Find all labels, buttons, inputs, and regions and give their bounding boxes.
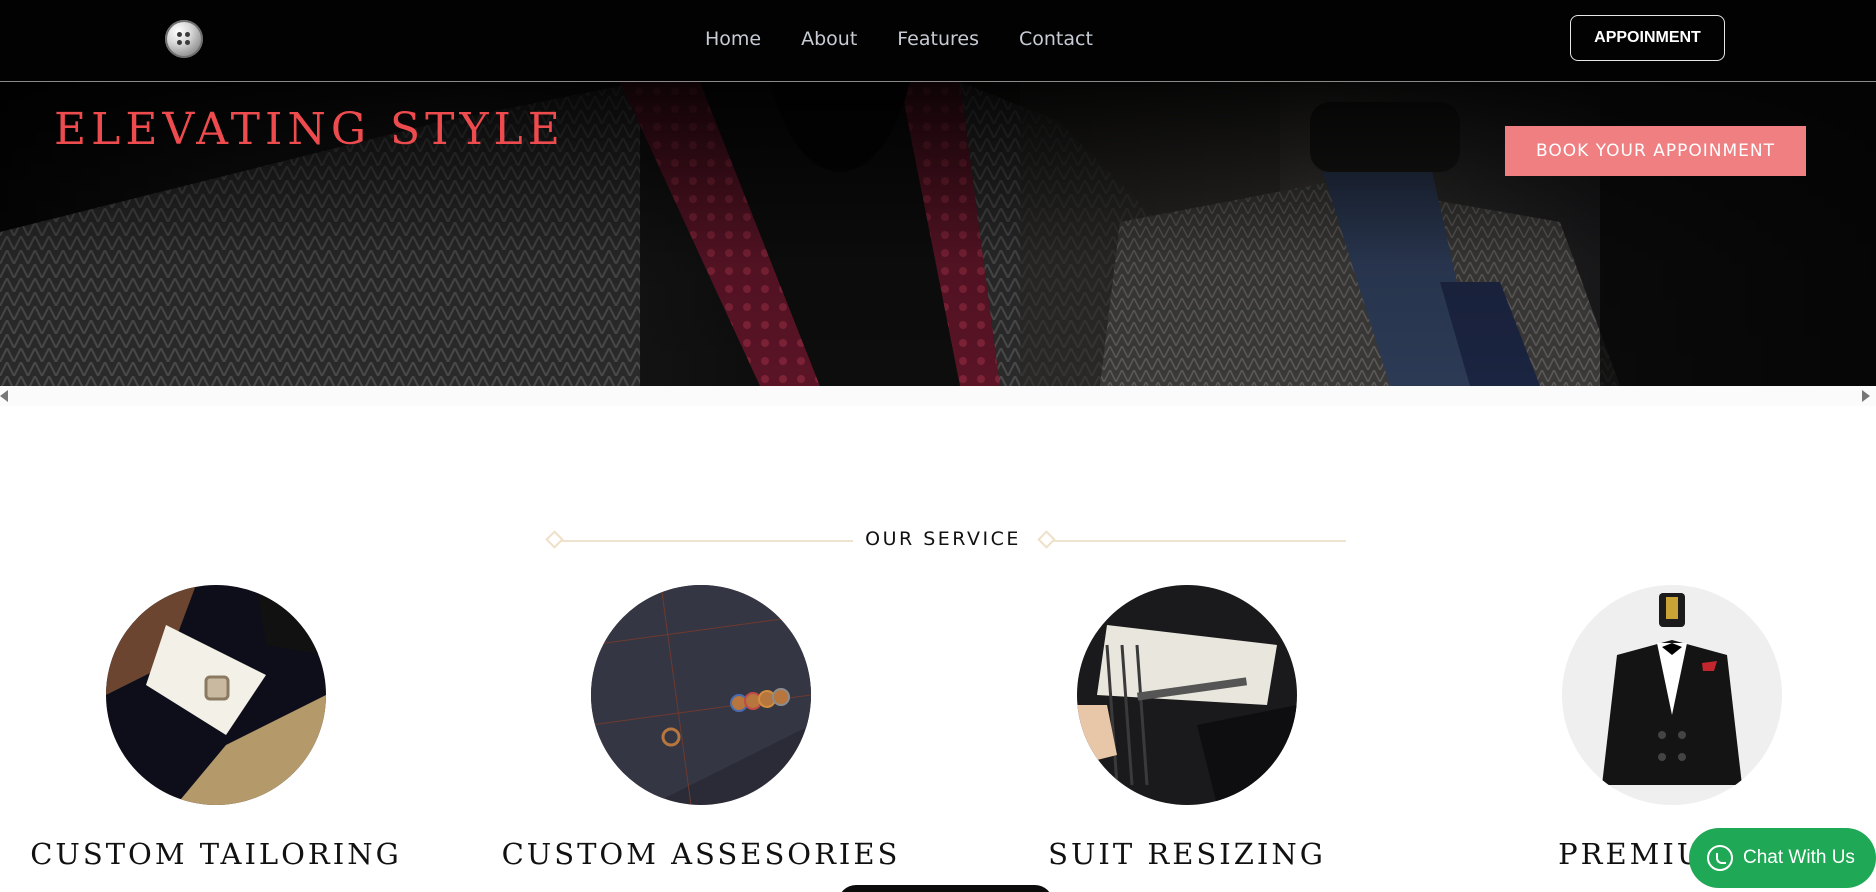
slider-next-arrow-icon[interactable]	[1862, 390, 1870, 402]
chat-label: Chat With Us	[1743, 847, 1855, 868]
hero-banner: ELEVATING STYLE BOOK YOUR APPOINMENT	[0, 82, 1876, 386]
whatsapp-icon	[1707, 845, 1733, 871]
suit-lining-image	[1077, 585, 1297, 805]
service-title: SUIT RESIZING	[1048, 837, 1326, 871]
top-navbar: Home About Features Contact APPOINMENT	[0, 0, 1876, 82]
service-card-suit-resizing[interactable]: SUIT RESIZING	[947, 585, 1427, 871]
hero-title: ELEVATING STYLE	[54, 104, 565, 155]
service-title: CUSTOM ASSESORIES	[501, 837, 901, 871]
nav-link-features[interactable]: Features	[897, 28, 979, 50]
service-heading-block: OUR SERVICE	[540, 528, 1346, 552]
tuxedo-mannequin-image	[1562, 585, 1782, 805]
cufflink-image	[106, 585, 326, 805]
nav-links: Home About Features Contact	[705, 28, 1093, 50]
chat-with-us-button[interactable]: Chat With Us	[1689, 828, 1876, 888]
service-title: CUSTOM TAILORING	[30, 837, 402, 871]
service-card-custom-accessories[interactable]: CUSTOM ASSESORIES	[461, 585, 941, 871]
slider-prev-arrow-icon[interactable]	[0, 390, 8, 402]
service-card-custom-tailoring[interactable]: CUSTOM TAILORING	[0, 585, 456, 871]
slider-controls	[0, 386, 1876, 406]
bottom-floating-tab[interactable]	[838, 885, 1053, 892]
button-logo-icon[interactable]	[165, 20, 203, 58]
book-appointment-button[interactable]: BOOK YOUR APPOINMENT	[1505, 126, 1806, 176]
nav-link-about[interactable]: About	[801, 28, 857, 50]
nav-link-contact[interactable]: Contact	[1019, 28, 1093, 50]
appointment-button[interactable]: APPOINMENT	[1570, 15, 1725, 61]
sleeve-buttons-image	[591, 585, 811, 805]
nav-link-home[interactable]: Home	[705, 28, 761, 50]
section-heading: OUR SERVICE	[540, 528, 1346, 550]
